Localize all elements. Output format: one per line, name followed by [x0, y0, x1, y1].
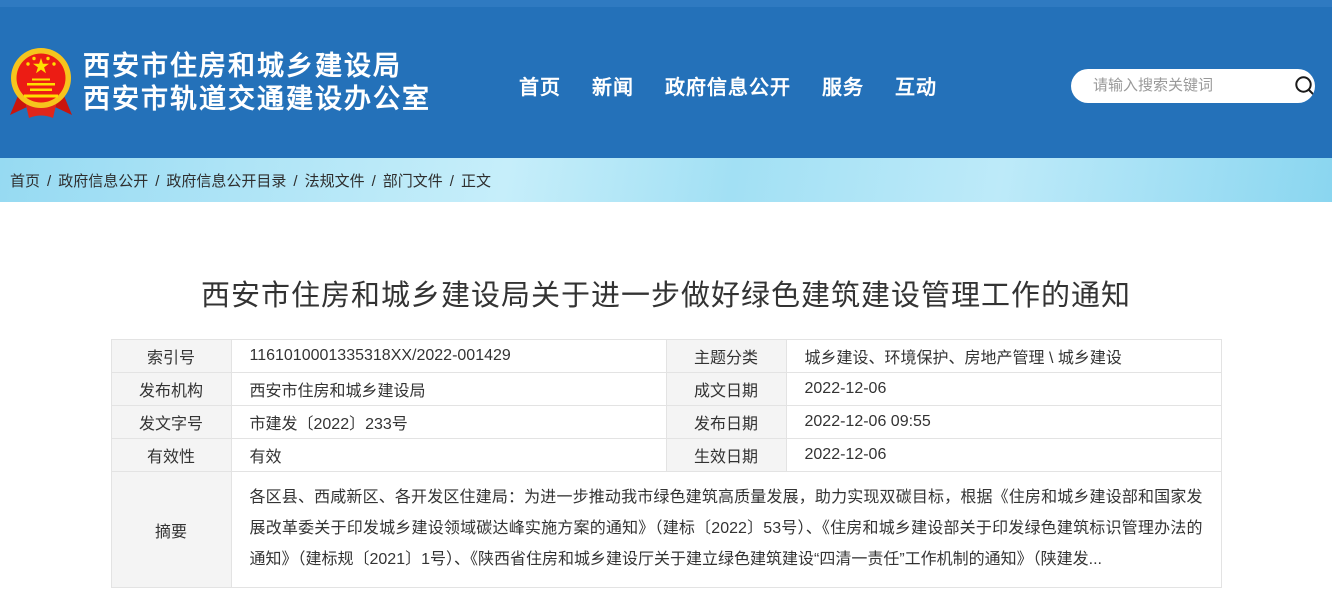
- meta-value-summary: 各区县、西咸新区、各开发区住建局：为进一步推动我市绿色建筑高质量发展，助力实现双…: [231, 472, 1221, 588]
- breadcrumb-item-department-files[interactable]: 部门文件: [383, 173, 443, 190]
- meta-label-index: 索引号: [111, 340, 231, 373]
- page-title: 西安市住房和城乡建设局关于进一步做好绿色建筑建设管理工作的通知: [0, 202, 1332, 314]
- meta-label-issuer: 发布机构: [111, 373, 231, 406]
- nav-item-news[interactable]: 新闻: [592, 71, 634, 100]
- breadcrumb-separator: /: [155, 173, 159, 190]
- meta-label-doc-number: 发文字号: [111, 406, 231, 439]
- main-nav: 首页 新闻 政府信息公开 服务 互动: [519, 71, 937, 100]
- breadcrumb-separator: /: [450, 173, 454, 190]
- meta-label-topic: 主题分类: [666, 340, 786, 373]
- breadcrumb-item-gov-info-catalog[interactable]: 政府信息公开目录: [166, 173, 286, 190]
- meta-value-issuer: 西安市住房和城乡建设局: [231, 373, 666, 406]
- meta-value-publish-date: 2022-12-06 09:55: [786, 406, 1221, 439]
- nav-item-interaction[interactable]: 互动: [895, 71, 937, 100]
- breadcrumb-item-regulation-files[interactable]: 法规文件: [305, 173, 365, 190]
- meta-value-index: 1161010001335318XX/2022-001429: [231, 340, 666, 373]
- meta-value-effective-date: 2022-12-06: [786, 439, 1221, 472]
- breadcrumb-band: 首页 / 政府信息公开 / 政府信息公开目录 / 法规文件 / 部门文件 / 正文: [0, 158, 1332, 202]
- meta-label-summary: 摘要: [111, 472, 231, 588]
- breadcrumb-item-current[interactable]: 正文: [461, 173, 491, 190]
- header-content: 西安市住房和城乡建设局 西安市轨道交通建设办公室 首页 新闻 政府信息公开 服务…: [0, 7, 1332, 158]
- breadcrumb-separator: /: [47, 173, 51, 190]
- table-row: 发布机构 西安市住房和城乡建设局 成文日期 2022-12-06: [111, 373, 1221, 406]
- meta-label-written-date: 成文日期: [666, 373, 786, 406]
- meta-value-topic: 城乡建设、环境保护、房地产管理 \ 城乡建设: [786, 340, 1221, 373]
- national-emblem-icon: [9, 45, 73, 121]
- table-row: 索引号 1161010001335318XX/2022-001429 主题分类 …: [111, 340, 1221, 373]
- site-header: 西安市住房和城乡建设局 西安市轨道交通建设办公室 首页 新闻 政府信息公开 服务…: [0, 0, 1332, 158]
- nav-item-services[interactable]: 服务: [822, 71, 864, 100]
- breadcrumb: 首页 / 政府信息公开 / 政府信息公开目录 / 法规文件 / 部门文件 / 正文: [10, 170, 491, 191]
- breadcrumb-item-home[interactable]: 首页: [10, 173, 40, 190]
- meta-value-written-date: 2022-12-06: [786, 373, 1221, 406]
- nav-item-home[interactable]: 首页: [519, 71, 561, 100]
- table-row-summary: 摘要 各区县、西咸新区、各开发区住建局：为进一步推动我市绿色建筑高质量发展，助力…: [111, 472, 1221, 588]
- search-icon[interactable]: [1292, 73, 1315, 99]
- table-row: 发文字号 市建发〔2022〕233号 发布日期 2022-12-06 09:55: [111, 406, 1221, 439]
- header-top-strip: [0, 0, 1332, 7]
- nav-item-gov-info[interactable]: 政府信息公开: [665, 71, 791, 100]
- meta-value-doc-number: 市建发〔2022〕233号: [231, 406, 666, 439]
- site-title-line2: 西安市轨道交通建设办公室: [83, 83, 431, 116]
- document-meta-table: 索引号 1161010001335318XX/2022-001429 主题分类 …: [111, 339, 1222, 588]
- meta-value-validity: 有效: [231, 439, 666, 472]
- meta-label-effective-date: 生效日期: [666, 439, 786, 472]
- article-main: 西安市住房和城乡建设局关于进一步做好绿色建筑建设管理工作的通知 索引号 1161…: [0, 202, 1332, 589]
- site-title-line1: 西安市住房和城乡建设局: [83, 50, 431, 83]
- search-input[interactable]: [1071, 69, 1292, 103]
- site-brand: 西安市住房和城乡建设局 西安市轨道交通建设办公室: [9, 45, 431, 121]
- breadcrumb-item-gov-info[interactable]: 政府信息公开: [58, 173, 148, 190]
- site-title: 西安市住房和城乡建设局 西安市轨道交通建设办公室: [83, 50, 431, 116]
- table-row: 有效性 有效 生效日期 2022-12-06: [111, 439, 1221, 472]
- breadcrumb-separator: /: [293, 173, 297, 190]
- meta-label-validity: 有效性: [111, 439, 231, 472]
- search-box[interactable]: [1071, 69, 1315, 103]
- page: 西安市住房和城乡建设局 西安市轨道交通建设办公室 首页 新闻 政府信息公开 服务…: [0, 0, 1332, 589]
- breadcrumb-separator: /: [372, 173, 376, 190]
- meta-label-publish-date: 发布日期: [666, 406, 786, 439]
